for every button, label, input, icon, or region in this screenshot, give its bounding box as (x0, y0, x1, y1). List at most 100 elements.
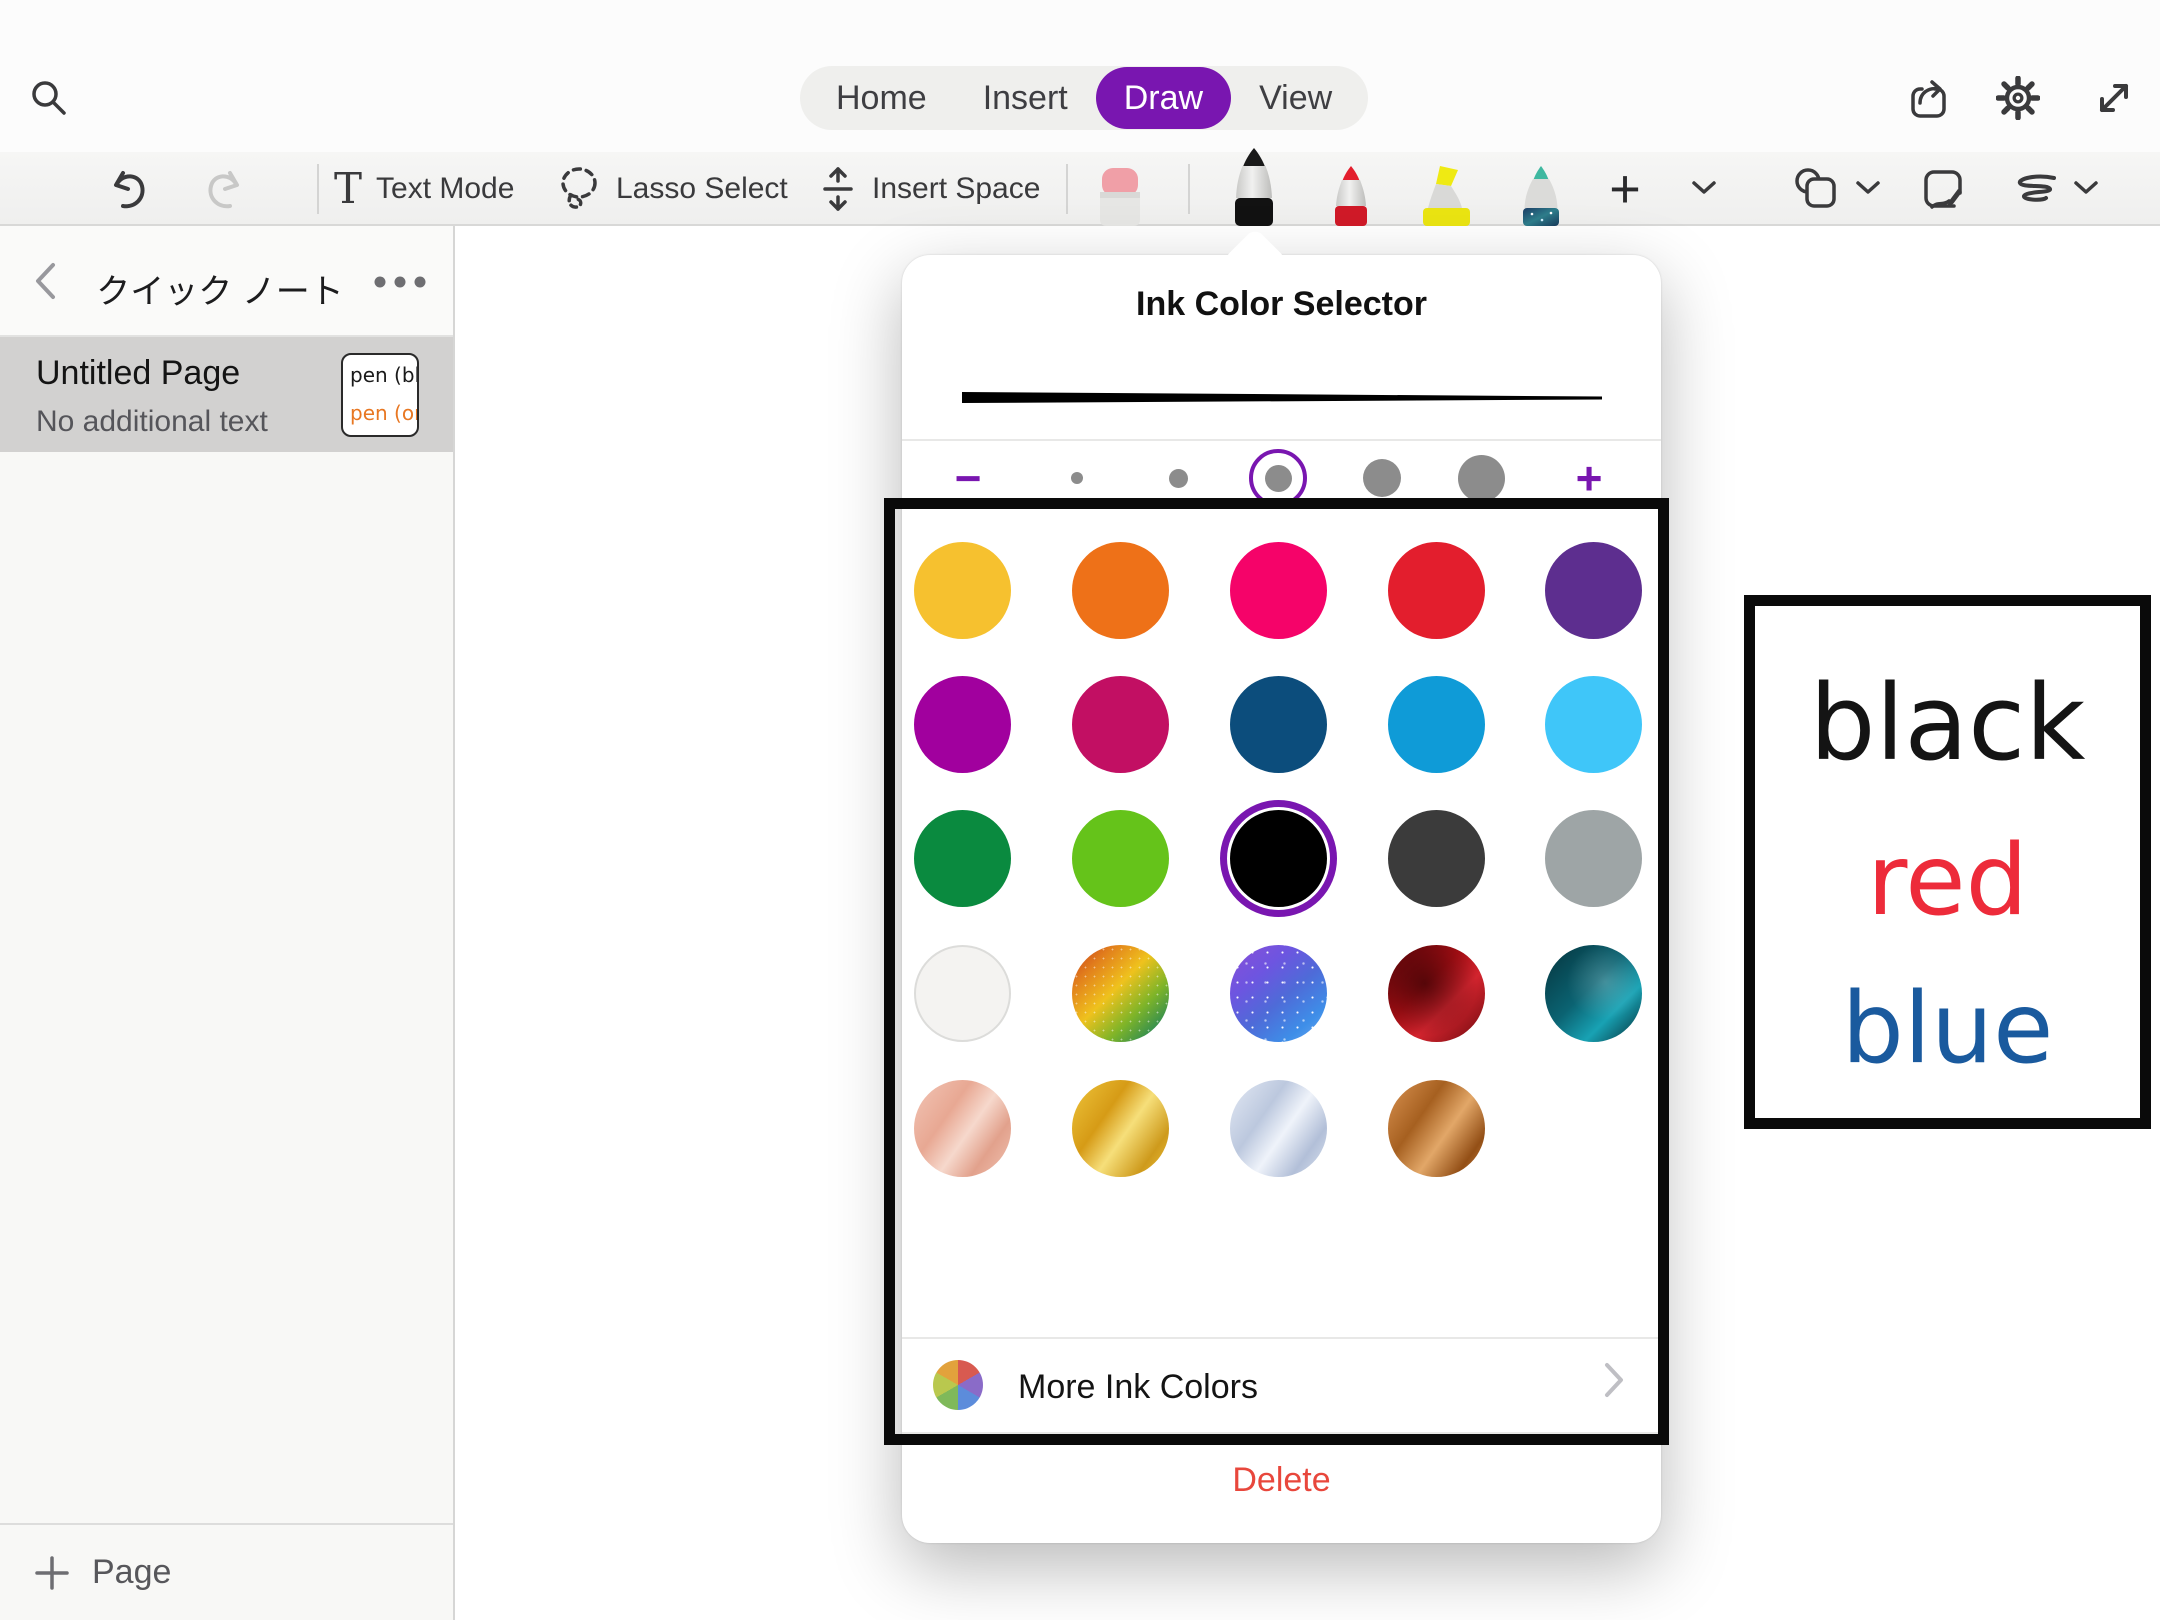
swatch-pink[interactable] (1230, 542, 1327, 639)
add-pen-button[interactable]: + (1597, 159, 1653, 219)
add-page-button[interactable]: Page (0, 1525, 453, 1620)
lasso-icon (556, 165, 602, 213)
swatch-dark-pink[interactable] (1072, 676, 1169, 773)
text-mode-icon: T (334, 168, 362, 210)
page-list-sidebar: クイック ノート Untitled Page No additional tex… (0, 226, 455, 1620)
undo-icon (107, 167, 151, 211)
insert-space-label: Insert Space (872, 172, 1040, 206)
thumbnail-line-1: pen (bl (350, 363, 419, 387)
swatch-gray[interactable] (1545, 810, 1642, 907)
tab-view[interactable]: View (1231, 67, 1360, 129)
more-ink-colors-button[interactable]: More Ink Colors (902, 1337, 1661, 1432)
text-mode-button[interactable]: T Text Mode (334, 152, 514, 226)
pencil-galaxy-icon (1518, 164, 1564, 226)
page-subtitle: No additional text (36, 405, 268, 439)
ribbon-tab-bar: HomeInsertDrawView (800, 66, 1368, 130)
text-mode-label: Text Mode (376, 172, 514, 206)
swatch-ocean[interactable] (1545, 945, 1642, 1042)
scribble-icon (2008, 173, 2060, 207)
popup-divider (902, 1432, 1661, 1434)
draw-with-touch-chevron[interactable] (2072, 179, 2100, 197)
gear-icon (1996, 76, 2040, 120)
tab-home[interactable]: Home (808, 67, 955, 129)
sidebar-header: クイック ノート (0, 226, 453, 337)
swatch-bronze[interactable] (1388, 1080, 1485, 1177)
lasso-select-button[interactable]: Lasso Select (556, 152, 788, 226)
pen-black-tool[interactable] (1232, 146, 1276, 226)
page-list-item[interactable]: Untitled Page No additional text pen (bl… (0, 337, 453, 452)
ink-color-selector-popup: Ink Color Selector − + More Ink Colors D… (902, 255, 1661, 1543)
swatch-lava[interactable] (1388, 945, 1485, 1042)
back-button[interactable] (30, 260, 60, 302)
delete-pen-button[interactable]: Delete (902, 1445, 1661, 1515)
tab-insert[interactable]: Insert (955, 67, 1096, 129)
popup-divider (902, 1337, 1661, 1339)
pen-red-tool[interactable] (1330, 164, 1372, 226)
page-thumbnail: pen (bl pen (or (341, 353, 419, 437)
swatch-black[interactable] (1230, 810, 1327, 907)
onenote-window: HomeInsertDrawView (0, 0, 2160, 1620)
handwritten-note-box: blackredblue (1744, 595, 2151, 1129)
pen-red-icon (1330, 164, 1372, 226)
thumbnail-line-2: pen (or (350, 401, 419, 425)
redo-button[interactable] (202, 152, 246, 226)
tab-draw[interactable]: Draw (1096, 67, 1231, 129)
chevron-left-icon (30, 260, 60, 302)
pencil-galaxy-tool[interactable] (1518, 164, 1564, 226)
search-icon (27, 76, 71, 120)
swatch-rainbow-glitter[interactable] (1072, 945, 1169, 1042)
shapes-button[interactable] (1792, 166, 1844, 212)
toolbar-divider (1066, 164, 1068, 214)
lasso-select-label: Lasso Select (616, 172, 788, 206)
swatch-orange[interactable] (1072, 542, 1169, 639)
eraser-icon (1094, 166, 1146, 226)
shapes-chevron[interactable] (1854, 179, 1882, 197)
swatch-rose-gold[interactable] (914, 1080, 1011, 1177)
draw-toolbar: T Text Mode Lasso Select Insert Space (0, 152, 2160, 226)
add-page-label: Page (92, 1553, 171, 1592)
more-options-button[interactable] (372, 274, 428, 290)
redo-icon (202, 167, 246, 211)
page-title: Untitled Page (36, 354, 240, 393)
insert-space-button[interactable]: Insert Space (818, 152, 1040, 226)
handwriting-word-blue: blue (1755, 974, 2140, 1084)
ink-annotate-button[interactable] (1920, 166, 1968, 212)
swatch-light-green[interactable] (1072, 810, 1169, 907)
swatch-gold[interactable] (1072, 1080, 1169, 1177)
swatch-silver[interactable] (1230, 1080, 1327, 1177)
swatch-cerulean[interactable] (1388, 676, 1485, 773)
swatch-purple[interactable] (1545, 542, 1642, 639)
settings-button[interactable] (1994, 74, 2042, 122)
undo-button[interactable] (107, 152, 151, 226)
chevron-down-icon (2072, 179, 2100, 197)
swatch-dark-gray[interactable] (1388, 810, 1485, 907)
plus-icon (34, 1555, 70, 1591)
eraser-tool[interactable] (1094, 166, 1146, 226)
swatch-red[interactable] (1388, 542, 1485, 639)
swatch-yellow[interactable] (914, 542, 1011, 639)
swatch-green[interactable] (914, 810, 1011, 907)
share-button[interactable] (1904, 74, 1952, 122)
toolbar-divider (317, 164, 319, 214)
pen-rack-chevron[interactable] (1690, 179, 1718, 197)
swatch-white[interactable] (914, 945, 1011, 1042)
search-button[interactable] (25, 74, 73, 122)
insert-space-icon (818, 166, 858, 212)
swatch-galaxy[interactable] (1230, 945, 1327, 1042)
highlighter-icon (1418, 164, 1474, 226)
chevron-down-icon (1854, 179, 1882, 197)
handwriting-word-black: black (1755, 668, 2140, 778)
shapes-icon (1792, 166, 1844, 212)
title-bar: HomeInsertDrawView (0, 0, 2160, 152)
fullscreen-button[interactable] (2090, 74, 2138, 122)
notebook-title: クイック ノート (90, 264, 350, 313)
pen-black-icon (1232, 146, 1276, 226)
color-wheel-icon (933, 1360, 983, 1410)
expand-icon (2094, 78, 2134, 118)
highlighter-tool[interactable] (1418, 164, 1474, 226)
swatch-magenta-purple[interactable] (914, 676, 1011, 773)
swatch-dark-blue[interactable] (1230, 676, 1327, 773)
swatch-light-blue[interactable] (1545, 676, 1642, 773)
draw-with-touch-button[interactable] (2008, 173, 2060, 207)
ellipsis-icon (372, 274, 428, 290)
